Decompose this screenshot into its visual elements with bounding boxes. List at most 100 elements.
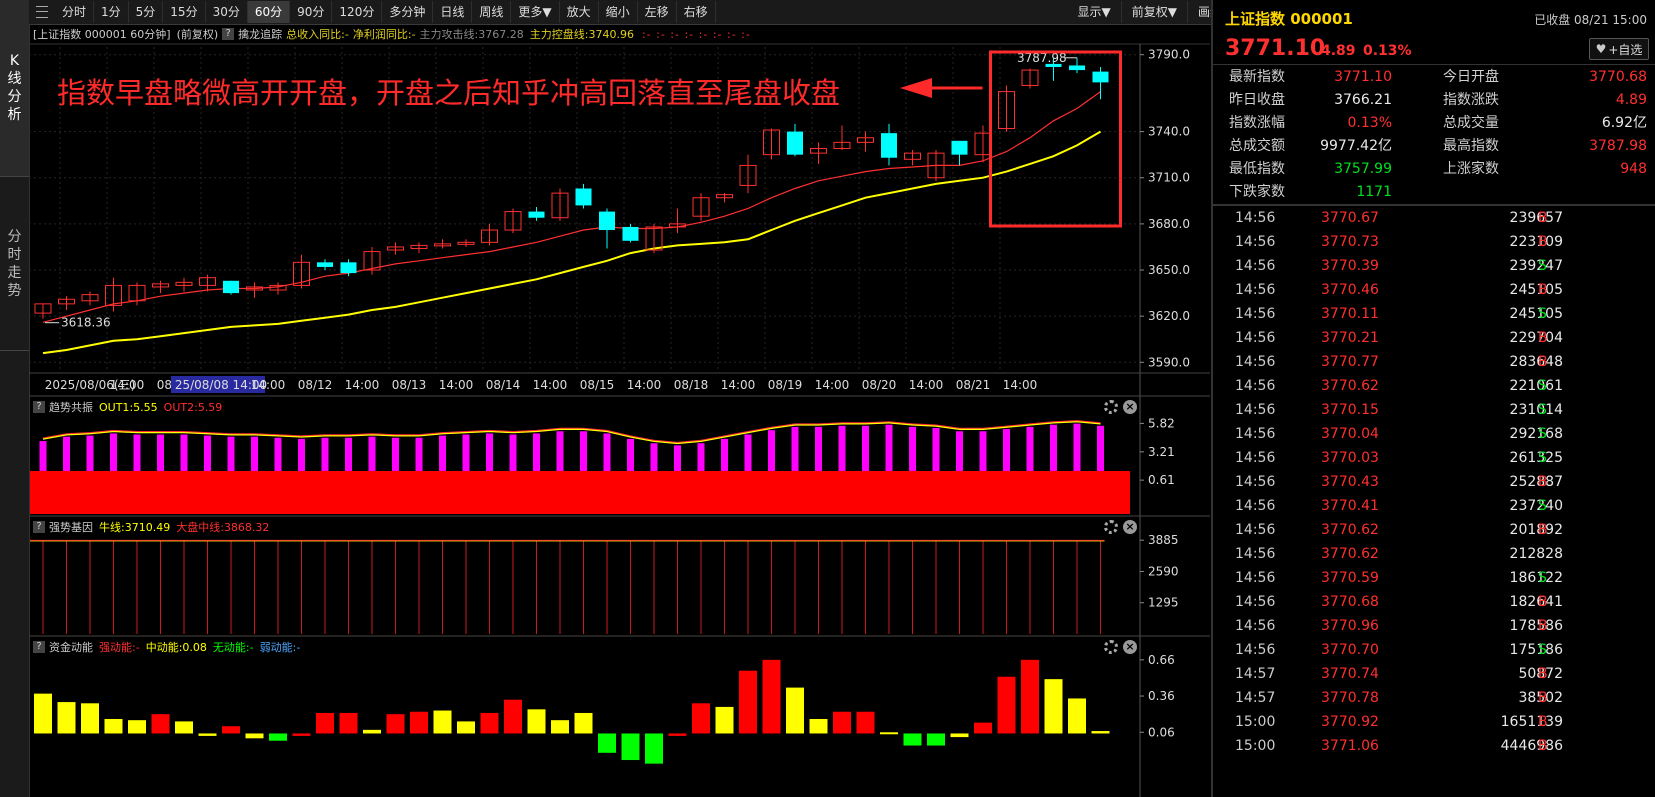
momentum-bar: [598, 733, 616, 753]
x-tick-label: 14:00: [909, 378, 944, 392]
x-tick-label: 14:00: [627, 378, 662, 392]
x-tick-label: 14:00: [815, 378, 850, 392]
quote-value: 0.13%: [1347, 115, 1392, 131]
trade-volume: 178586: [1509, 618, 1563, 634]
trade-side: B: [1538, 666, 1548, 682]
candle-body: [787, 131, 803, 155]
y-tick-label: 0.06: [1148, 725, 1175, 739]
trade-side: S: [1538, 378, 1547, 394]
trade-side: B: [1538, 282, 1548, 298]
x-tick-label: 14:00: [1003, 378, 1038, 392]
trend-bar: [321, 437, 329, 471]
trade-price: 3771.06: [1321, 738, 1379, 754]
trade-volume: 239247: [1509, 258, 1563, 274]
out2-value: 5.59: [197, 400, 223, 414]
last-price: 3771.10: [1225, 36, 1326, 61]
weak-value: -: [296, 640, 301, 654]
trade-price: 3770.62: [1321, 378, 1379, 394]
trend-bar: [392, 437, 399, 471]
settings-gear-icon[interactable]: [1104, 520, 1118, 534]
quote-value: 948: [1620, 161, 1647, 177]
trade-volume: 182641: [1509, 594, 1563, 610]
trade-side: B: [1538, 354, 1548, 370]
trade-row: 14:56 3770.11 245105 S: [1213, 302, 1655, 326]
add-watchlist-button[interactable]: ♥ +自选: [1589, 38, 1649, 60]
help-icon[interactable]: ?: [33, 641, 45, 653]
trade-price: 3770.96: [1321, 618, 1379, 634]
trend-bar: [298, 438, 305, 471]
momentum-bar: [363, 729, 381, 734]
trade-row: 14:56 3770.21 229704 B: [1213, 326, 1655, 350]
x-tick-label: 08/21: [956, 378, 991, 392]
heart-icon: ♥: [1595, 42, 1607, 56]
trend-bar: [509, 434, 517, 471]
trend-bar: [744, 434, 752, 471]
strong-value: -: [135, 640, 140, 654]
trade-row: 14:56 3770.41 237240 S: [1213, 494, 1655, 518]
trade-side: B: [1538, 474, 1548, 490]
momentum-bar: [809, 718, 828, 734]
momentum-bar: [1021, 659, 1039, 734]
trade-side: B: [1538, 594, 1548, 610]
momentum-bar: [692, 703, 710, 734]
momentum-bar: [786, 687, 804, 734]
trend-bar: [674, 445, 681, 471]
trade-row: 14:56 3770.70 175186 S: [1213, 638, 1655, 662]
trade-time: 14:56: [1235, 570, 1276, 586]
trade-row: 14:56 3770.15 231014 S: [1213, 398, 1655, 422]
settings-gear-icon[interactable]: [1104, 400, 1118, 414]
y-tick-label: 3680.0: [1148, 217, 1190, 231]
quote-title: 上证指数 000001: [1225, 10, 1353, 28]
quote-value: 3766.21: [1334, 92, 1392, 108]
trade-price: 3770.70: [1321, 642, 1379, 658]
annotation-arrow-head: [900, 78, 932, 98]
trade-price: 3770.67: [1321, 210, 1379, 226]
momentum-bar: [880, 732, 898, 735]
momentum-bar: [433, 710, 452, 734]
close-panel-icon[interactable]: ×: [1123, 400, 1137, 414]
trade-time: 15:00: [1235, 738, 1276, 754]
help-icon[interactable]: ?: [33, 401, 45, 413]
trade-row: 14:56 3770.04 292168 S: [1213, 422, 1655, 446]
close-panel-icon[interactable]: ×: [1123, 640, 1137, 654]
quote-value: 3787.98: [1589, 138, 1647, 154]
trend-bar: [1073, 423, 1081, 471]
momentum-bar: [927, 733, 945, 746]
quote-row: 最低指数 3757.99 上涨家数 948: [1213, 158, 1655, 181]
trade-row: 14:56 3770.03 261325 S: [1213, 446, 1655, 470]
help-icon[interactable]: ?: [33, 521, 45, 533]
trade-side: B: [1538, 714, 1548, 730]
x-tick-label: 08/15: [580, 378, 615, 392]
close-panel-icon[interactable]: ×: [1123, 520, 1137, 534]
trade-side: S: [1538, 402, 1547, 418]
low-label: 3618.36: [61, 316, 111, 330]
add-watchlist-label: +自选: [1608, 42, 1643, 57]
trade-price: 3770.77: [1321, 354, 1379, 370]
trade-side: B: [1538, 618, 1548, 634]
trade-price: 3770.21: [1321, 330, 1379, 346]
momentum-bar: [292, 733, 311, 736]
trade-row: 15:00 3770.92 1651139 B: [1213, 710, 1655, 734]
trade-price: 3770.43: [1321, 474, 1379, 490]
trade-list: 14:56 3770.67 239657 B 14:56 3770.73 223109 B 14…: [1213, 206, 1655, 758]
x-tick-label: 14:00: [721, 378, 756, 392]
trade-time: 15:00: [1235, 714, 1276, 730]
trend-bar: [86, 435, 94, 471]
trade-time: 14:56: [1235, 354, 1276, 370]
momentum-title: 资金动能: [49, 641, 93, 654]
y-tick-label: 3885: [1148, 533, 1179, 547]
quote-panel: 上证指数 000001 已收盘 08/21 15:00 3771.10 4.89…: [1211, 0, 1655, 797]
trade-side: B: [1538, 690, 1548, 706]
trend-base-fill: [30, 470, 1130, 514]
trade-volume: 4446986: [1500, 738, 1563, 754]
y-tick-label: 3590.0: [1148, 355, 1190, 369]
trade-volume: 245105: [1509, 306, 1563, 322]
market-status: 已收盘 08/21 15:00: [1534, 13, 1647, 27]
settings-gear-icon[interactable]: [1104, 640, 1118, 654]
momentum-bar: [739, 670, 757, 734]
trend-bar: [932, 427, 940, 471]
trade-price: 3770.62: [1321, 522, 1379, 538]
none-value: -: [249, 640, 254, 654]
y-tick-label: 0.36: [1148, 689, 1175, 703]
trade-time: 14:56: [1235, 498, 1276, 514]
